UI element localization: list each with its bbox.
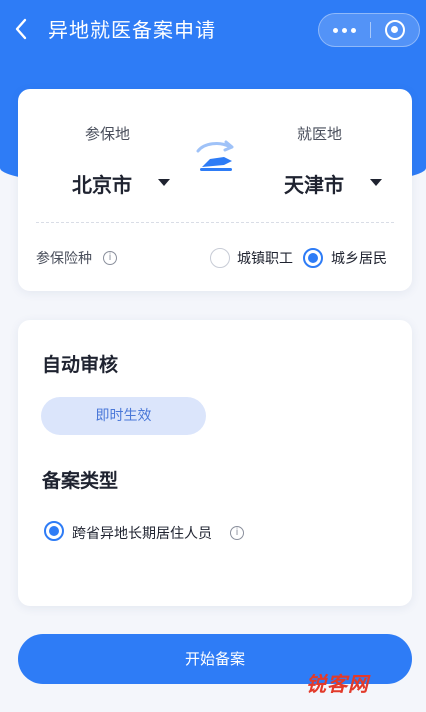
medical-place-value[interactable]: 天津市 — [284, 169, 344, 198]
target-icon[interactable] — [385, 20, 405, 40]
plane-swap-icon[interactable] — [194, 139, 238, 173]
radio-urban-rural-resident[interactable] — [303, 248, 323, 268]
instant-effect-badge[interactable]: 即时生效 — [41, 397, 206, 435]
review-section-title: 自动审核 — [42, 354, 119, 376]
location-card: 参保地 北京市 就医地 天津市 参保险种 i 城镇职工 城乡居民 — [18, 89, 412, 291]
filing-card: 自动审核 即时生效 备案类型 跨省异地长期居住人员 i — [18, 320, 412, 606]
medical-place-label: 就医地 — [297, 125, 343, 143]
insurance-type-label: 参保险种 — [36, 251, 92, 267]
divider — [36, 222, 394, 223]
insured-dropdown-icon[interactable] — [158, 179, 170, 186]
watermark: 锐客网 — [306, 672, 369, 696]
radio-urban-employee[interactable] — [210, 248, 230, 268]
nav-bar: 异地就医备案申请 — [0, 0, 426, 62]
page-title: 异地就医备案申请 — [48, 18, 216, 42]
radio-label-urban-rural-resident[interactable]: 城乡居民 — [331, 248, 387, 268]
capsule-divider — [370, 22, 371, 38]
insured-place-label: 参保地 — [85, 125, 131, 143]
info-icon[interactable]: i — [230, 526, 244, 540]
back-icon[interactable] — [14, 18, 36, 42]
medical-dropdown-icon[interactable] — [370, 179, 382, 186]
insured-place-value[interactable]: 北京市 — [72, 169, 132, 198]
radio-label-long-term-resident[interactable]: 跨省异地长期居住人员 — [72, 523, 212, 543]
radio-label-urban-employee[interactable]: 城镇职工 — [237, 248, 293, 268]
more-dots-icon[interactable] — [331, 14, 365, 46]
info-icon[interactable]: i — [103, 251, 117, 265]
filing-type-title: 备案类型 — [42, 470, 119, 492]
mini-program-capsule — [318, 13, 420, 47]
radio-long-term-resident[interactable] — [44, 521, 64, 541]
